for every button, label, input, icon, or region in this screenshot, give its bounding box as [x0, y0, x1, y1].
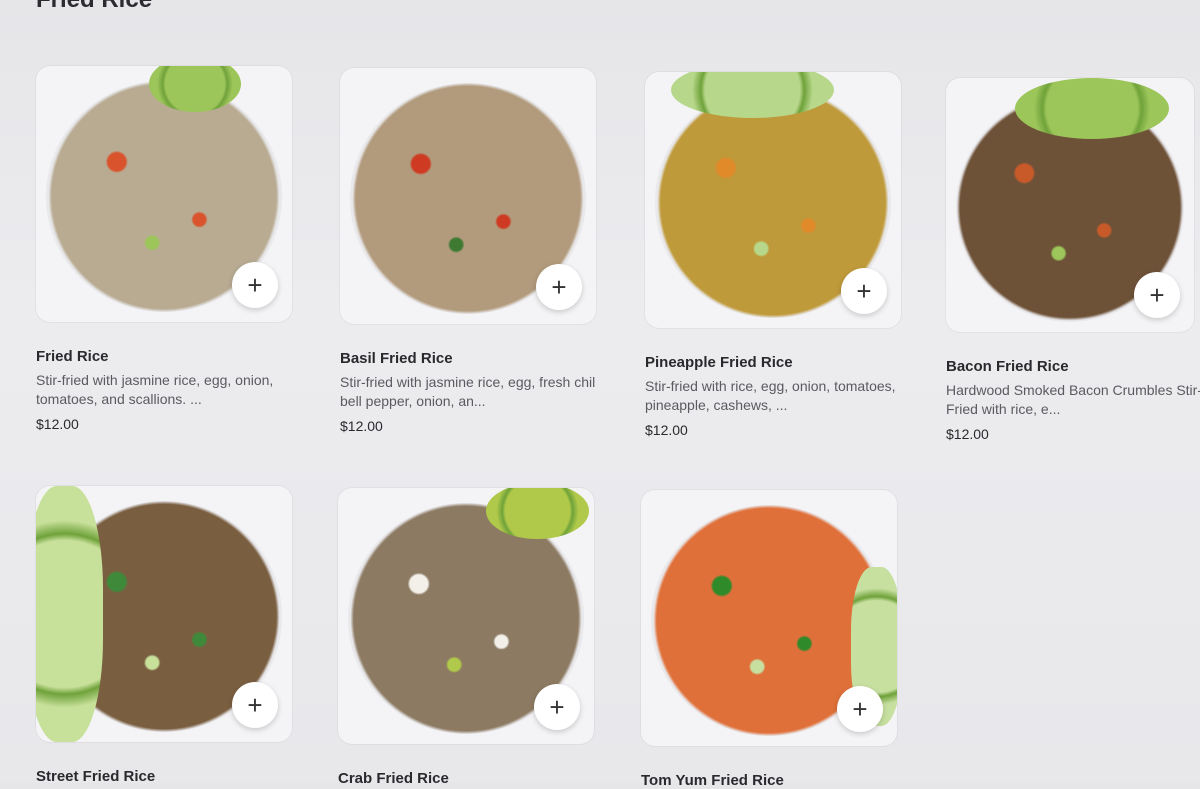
item-name: Pineapple Fried Rice [645, 354, 793, 371]
menu-item-card[interactable]: + Basil Fried Rice Stir-fried with jasmi… [340, 68, 596, 434]
item-price: $12.00 [645, 422, 688, 438]
item-name: Tom Yum Fried Rice [641, 772, 784, 789]
plus-icon: + [1149, 280, 1165, 310]
menu-item-card[interactable]: + Tom Yum Fried Rice [641, 490, 897, 789]
food-image[interactable]: + [946, 78, 1194, 332]
add-to-cart-button[interactable]: + [837, 686, 883, 732]
plus-icon: + [856, 276, 872, 306]
add-to-cart-button[interactable]: + [534, 684, 580, 730]
food-image[interactable]: + [36, 66, 292, 322]
food-image[interactable]: + [641, 490, 897, 746]
food-image[interactable]: + [36, 486, 292, 742]
food-image[interactable]: + [338, 488, 594, 744]
item-name: Street Fried Rice [36, 768, 156, 785]
add-to-cart-button[interactable]: + [536, 264, 582, 310]
item-name: Fried Rice [36, 348, 109, 365]
menu-item-card[interactable]: + Pineapple Fried Rice Stir-fried with r… [645, 72, 901, 438]
item-name: Basil Fried Rice [340, 350, 453, 367]
garnish [486, 488, 589, 540]
garnish [36, 486, 103, 742]
item-name: Bacon Fried Rice [946, 358, 1069, 375]
item-price: $12.00 [36, 416, 79, 432]
item-description: Stir-fried with jasmine rice, egg, fresh… [340, 374, 596, 409]
plus-icon: + [549, 692, 565, 722]
plus-icon: + [247, 270, 263, 300]
item-description: Hardwood Smoked Bacon Crumbles Stir-Frie… [946, 382, 1200, 417]
plus-icon: + [852, 694, 868, 724]
item-description: Stir-fried with jasmine rice, egg, onion… [36, 372, 274, 407]
add-to-cart-button[interactable]: + [232, 682, 278, 728]
item-name: Crab Fried Rice [338, 770, 449, 787]
item-price: $12.00 [340, 418, 383, 434]
plus-icon: + [551, 272, 567, 302]
add-to-cart-button[interactable]: + [841, 268, 887, 314]
garnish [1015, 78, 1170, 139]
add-to-cart-button[interactable]: + [1134, 272, 1180, 318]
menu-item-card[interactable]: + Crab Fried Rice [338, 488, 594, 787]
food-image[interactable]: + [340, 68, 596, 324]
food-image[interactable]: + [645, 72, 901, 328]
item-description: Stir-fried with rice, egg, onion, tomato… [645, 378, 896, 413]
plus-icon: + [247, 690, 263, 720]
section-title: Fried Rice [36, 0, 152, 14]
menu-item-card[interactable]: + Bacon Fried Rice Hardwood Smoked Bacon… [946, 78, 1200, 442]
menu-item-card[interactable]: + Street Fried Rice [36, 486, 292, 785]
add-to-cart-button[interactable]: + [232, 262, 278, 308]
menu-item-card[interactable]: + Fried Rice Stir-fried with jasmine ric… [36, 66, 292, 432]
item-price: $12.00 [946, 426, 989, 442]
